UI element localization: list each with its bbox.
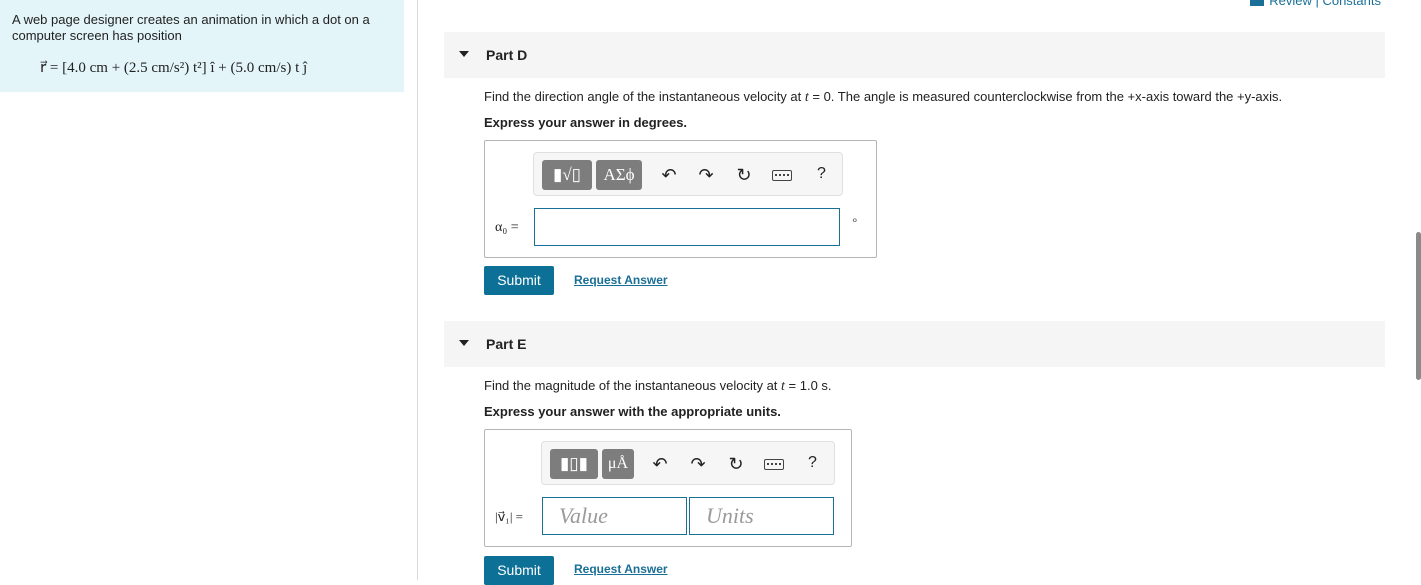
review-constants-link[interactable]: Review | Constants xyxy=(1250,0,1381,8)
part-d-toolbar: ▮√▯ ΑΣϕ ↶ ↷ ↻ ? xyxy=(533,152,843,196)
templates-button[interactable]: ▮▯▮ xyxy=(550,449,598,479)
collapse-triangle-icon[interactable] xyxy=(459,51,469,57)
reset-icon[interactable]: ↻ xyxy=(732,163,756,187)
problem-panel: A web page designer creates an animation… xyxy=(0,0,404,92)
alpha0-answer-input[interactable] xyxy=(534,208,840,246)
part-e-submit-button[interactable]: Submit xyxy=(484,556,554,585)
part-e-answer-box: ▮▯▮ μÅ ↶ ↷ ↻ ? |v⃗₁| = Value Units xyxy=(484,429,852,547)
keyboard-icon[interactable] xyxy=(772,170,792,181)
part-e-title: Part E xyxy=(486,336,527,352)
scrollbar[interactable] xyxy=(1416,232,1421,380)
units-input[interactable]: Units xyxy=(689,497,834,535)
templates-button[interactable]: ▮√▯ xyxy=(542,160,592,190)
undo-icon[interactable]: ↶ xyxy=(657,163,681,187)
part-e-instruction: Express your answer with the appropriate… xyxy=(484,404,781,419)
part-d-header[interactable]: Part D xyxy=(444,32,1385,78)
alpha0-label: α₀ = xyxy=(495,220,519,235)
keyboard-icon[interactable] xyxy=(764,459,784,470)
help-button[interactable]: ? xyxy=(817,165,826,183)
panel-divider xyxy=(417,0,418,580)
undo-icon[interactable]: ↶ xyxy=(648,452,672,476)
position-equation: r⃗ = [4.0 cm + (2.5 cm/s²) t²] î + (5.0 … xyxy=(40,60,308,76)
part-e-prompt: Find the magnitude of the instantaneous … xyxy=(484,378,832,394)
part-d-prompt: Find the direction angle of the instanta… xyxy=(484,89,1283,105)
part-d-title: Part D xyxy=(486,47,528,63)
book-icon xyxy=(1250,0,1265,6)
part-e-header[interactable]: Part E xyxy=(444,321,1385,367)
part-d-request-answer-link[interactable]: Request Answer xyxy=(574,273,668,287)
units-button[interactable]: μÅ xyxy=(602,449,634,479)
help-button[interactable]: ? xyxy=(808,454,817,472)
reset-icon[interactable]: ↻ xyxy=(724,452,748,476)
redo-icon[interactable]: ↷ xyxy=(694,163,718,187)
collapse-triangle-icon[interactable] xyxy=(459,340,469,346)
v1-magnitude-label: |v⃗₁| = xyxy=(495,509,524,524)
part-d-instruction: Express your answer in degrees. xyxy=(484,115,688,130)
greek-symbols-button[interactable]: ΑΣϕ xyxy=(596,160,642,190)
problem-text: A web page designer creates an animation… xyxy=(12,12,370,43)
value-input[interactable]: Value xyxy=(542,497,687,535)
part-d-submit-button[interactable]: Submit xyxy=(484,266,554,295)
part-e-request-answer-link[interactable]: Request Answer xyxy=(574,562,668,576)
redo-icon[interactable]: ↷ xyxy=(686,452,710,476)
degree-unit: ∘ xyxy=(851,213,859,227)
part-d-answer-box: ▮√▯ ΑΣϕ ↶ ↷ ↻ ? α₀ = ∘ xyxy=(484,140,877,258)
part-e-toolbar: ▮▯▮ μÅ ↶ ↷ ↻ ? xyxy=(541,441,835,485)
